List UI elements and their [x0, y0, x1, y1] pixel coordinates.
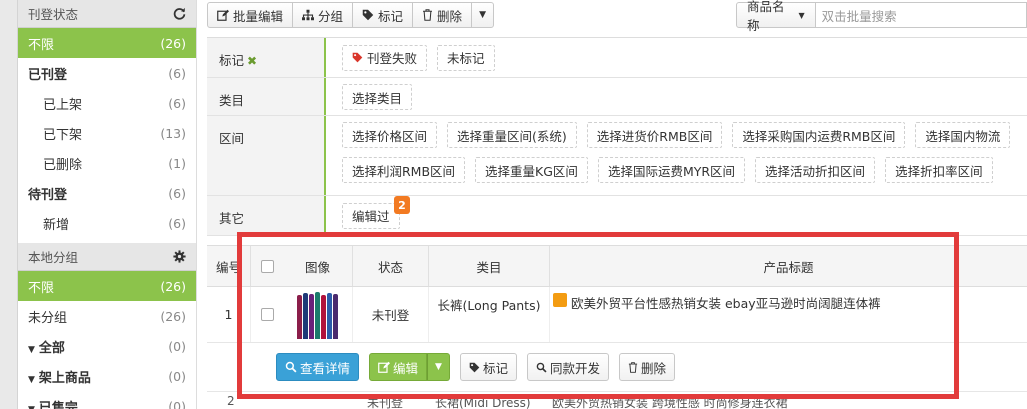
- tag-icon: [362, 9, 374, 21]
- row-tag-button[interactable]: 标记: [459, 353, 517, 381]
- status-item-pending[interactable]: 待刊登 (6): [18, 178, 196, 208]
- range-chip-cost[interactable]: 选择进货价RMB区间: [586, 122, 723, 148]
- search-icon: [285, 361, 297, 373]
- caret-down-icon: ▼: [798, 10, 805, 20]
- group-item-on-shelf[interactable]: ▼ 架上商品 (0): [18, 361, 196, 391]
- caret-down-icon: ▼: [435, 362, 442, 372]
- row-category: 长裤(Long Pants): [429, 287, 550, 342]
- status-filter-header: 刊登状态: [18, 0, 196, 28]
- range-chip-discount-rate[interactable]: 选择折扣率区间: [885, 157, 993, 183]
- select-all-checkbox[interactable]: [251, 246, 283, 286]
- caret-down-icon: ▼: [28, 405, 35, 409]
- local-group-header: 本地分组: [18, 243, 196, 271]
- delete-button[interactable]: 删除: [412, 2, 473, 28]
- filter-row-tag: 标记 ✖ 刊登失败 未标记: [207, 38, 1027, 78]
- tag-icon: [352, 52, 363, 63]
- row-title[interactable]: 欧美外贸平台性感热销女装 ebay亚马逊时尚阔腿连体裤: [550, 287, 1027, 342]
- group-item-sold-out[interactable]: ▼已售完 (0): [18, 391, 196, 409]
- search-icon: [536, 362, 547, 373]
- edit-dropdown-button[interactable]: ▼: [427, 353, 450, 381]
- range-chip-promo-discount[interactable]: 选择活动折扣区间: [755, 157, 876, 183]
- trash-icon: [423, 9, 433, 21]
- status-item-deleted[interactable]: 已删除 (1): [18, 148, 196, 178]
- caret-down-icon: ▼: [28, 344, 35, 355]
- trash-icon: [628, 361, 638, 373]
- row-no: 2: [227, 394, 235, 408]
- row-title: 欧美外贸热销女装 跨境性感 时尚修身连衣裙: [552, 396, 788, 409]
- row-checkbox[interactable]: [251, 287, 283, 342]
- group-item-ungrouped[interactable]: 未分组 (26): [18, 301, 196, 331]
- filter-row-other: 其它 编辑过 2: [207, 196, 1027, 236]
- range-chip-price[interactable]: 选择价格区间: [342, 122, 438, 148]
- filter-key-tag: 标记 ✖: [207, 38, 326, 77]
- range-chip-weight-system[interactable]: 选择重量区间(系统): [447, 122, 577, 148]
- col-no: 编号: [207, 246, 251, 286]
- filter-row-range: 区间 选择价格区间 选择重量区间(系统) 选择进货价RMB区间 选择采购国内运费…: [207, 116, 1027, 196]
- view-detail-button[interactable]: 查看详情: [276, 353, 360, 381]
- row-status: 未刊登: [367, 396, 404, 409]
- sitemap-icon: [302, 9, 315, 21]
- row-actions: 查看详情 编辑 ▼ 标记 同款开发 删除: [207, 343, 1027, 391]
- status-item-off-shelf[interactable]: 已下架 (13): [18, 118, 196, 148]
- product-thumbnail[interactable]: [283, 287, 353, 342]
- group-item-everything[interactable]: ▼ 全部 (0): [18, 331, 196, 361]
- range-chip-weight-kg[interactable]: 选择重量KG区间: [475, 157, 588, 183]
- row-delete-button[interactable]: 删除: [618, 353, 675, 381]
- other-chip-edited[interactable]: 编辑过: [342, 202, 400, 229]
- tag-icon: [469, 362, 480, 372]
- caret-down-icon: ▼: [479, 10, 486, 20]
- edit-button[interactable]: 编辑: [369, 353, 428, 381]
- more-dropdown-button[interactable]: ▼: [471, 2, 494, 28]
- local-group-title: 本地分组: [28, 250, 79, 265]
- filter-key-category: 类目: [207, 78, 326, 115]
- caret-down-icon: ▼: [28, 374, 35, 385]
- filter-key-range: 区间: [207, 116, 326, 195]
- col-status: 状态: [353, 246, 429, 286]
- search-input[interactable]: 双击批量搜索: [815, 2, 1027, 28]
- range-chip-profit[interactable]: 选择利润RMB区间: [342, 157, 466, 183]
- range-chip-domestic-logistics[interactable]: 选择国内物流: [915, 122, 1011, 148]
- status-item-all[interactable]: 不限 (26): [18, 28, 196, 58]
- filter-row-category: 类目 选择类目: [207, 78, 1027, 116]
- filter-key-other: 其它: [207, 196, 326, 235]
- table-row: 1 未刊登 长裤(Long Pants) 欧美外贸平台性感热销女装 ebay亚马…: [207, 287, 1027, 343]
- group-button[interactable]: 分组: [292, 2, 354, 28]
- sidebar: 刊登状态 不限 (26) 已刊登 (6) 已上架 (6) 已下架 (13) 已删…: [18, 0, 197, 409]
- tag-chip-failed[interactable]: 刊登失败: [342, 44, 428, 71]
- range-chip-domestic-freight[interactable]: 选择采购国内运费RMB区间: [732, 122, 906, 148]
- category-chip[interactable]: 选择类目: [342, 84, 413, 110]
- status-filter-title: 刊登状态: [28, 7, 79, 22]
- status-item-new[interactable]: 新增 (6): [18, 208, 196, 238]
- filter-panel: 标记 ✖ 刊登失败 未标记 类目 选择类目 区间 选择价格区间 选择重量区间(系统…: [207, 37, 1027, 236]
- range-chip-intl-freight[interactable]: 选择国际运费MYR区间: [597, 157, 746, 183]
- edit-icon: [378, 361, 391, 373]
- edit-icon: [217, 9, 229, 21]
- similar-develop-button[interactable]: 同款开发: [526, 353, 609, 381]
- col-category: 类目: [429, 246, 550, 286]
- row-status: 未刊登: [353, 287, 429, 342]
- row-category: 长裙(Midi Dress): [435, 396, 531, 409]
- toolbar: 批量编辑 分组 标记 删除 ▼: [207, 2, 494, 30]
- search-field-select[interactable]: 商品名称 ▼: [736, 0, 816, 33]
- tag-button[interactable]: 标记: [352, 2, 414, 28]
- table-header: 编号 图像 状态 类目 产品标题: [207, 245, 1027, 287]
- refresh-icon[interactable]: [172, 7, 186, 21]
- row-no: 1: [207, 287, 251, 342]
- status-item-on-shelf[interactable]: 已上架 (6): [18, 88, 196, 118]
- batch-edit-button[interactable]: 批量编辑: [207, 2, 294, 28]
- group-item-all[interactable]: 不限 (26): [18, 271, 196, 301]
- col-title: 产品标题: [763, 259, 814, 275]
- status-item-listed[interactable]: 已刊登 (6): [18, 58, 196, 88]
- tag-chip-untagged[interactable]: 未标记: [437, 44, 495, 71]
- left-edge-strip: [0, 0, 18, 409]
- col-image: 图像: [283, 246, 353, 286]
- table-row: 2 未刊登 长裙(Midi Dress) 欧美外贸热销女装 跨境性感 时尚修身连…: [207, 391, 1027, 409]
- clear-icon[interactable]: ✖: [247, 54, 257, 68]
- gear-icon[interactable]: [172, 250, 186, 264]
- edited-count-badge: 2: [394, 196, 410, 214]
- search-group: 商品名称 ▼ 双击批量搜索: [736, 0, 1027, 33]
- product-source-icon: [553, 293, 567, 307]
